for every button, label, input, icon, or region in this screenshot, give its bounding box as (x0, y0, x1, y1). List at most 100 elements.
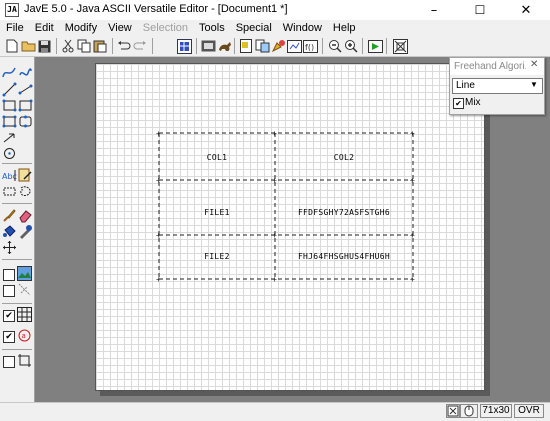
table-cell: FHJ64FHSGHUS4FHU6H (297, 252, 391, 261)
box-icon[interactable] (2, 114, 17, 129)
menu-help[interactable]: Help (327, 20, 361, 36)
transform-checkbox[interactable] (3, 285, 15, 297)
cursor-mode-icon (446, 404, 460, 418)
film-icon[interactable] (200, 38, 216, 54)
freehand-curve-icon[interactable] (2, 65, 17, 80)
undo-icon[interactable] (116, 38, 132, 54)
text-icon[interactable]: Abc (2, 168, 17, 183)
menu-modify[interactable]: Modify (59, 20, 102, 36)
transform-icon[interactable] (17, 282, 32, 297)
freehand-algorithm-panel: Freehand Algori... ✕ Line ▼ ✔ Mix (449, 57, 545, 115)
panel-title-bar[interactable]: Freehand Algori... ✕ (450, 58, 544, 75)
algorithm-select[interactable]: Line ▼ (452, 78, 543, 94)
svg-text:+: + (272, 129, 277, 138)
open-folder-icon[interactable] (20, 38, 36, 54)
rounded-box-icon[interactable] (18, 114, 33, 129)
rectangle-icon[interactable] (2, 98, 17, 113)
fill-icon[interactable] (2, 224, 17, 239)
note-icon[interactable] (18, 168, 33, 183)
drawing-canvas[interactable]: + + + + + + + + + + + + COL1 COL2 FILE1 FFDFSGHY… (95, 63, 485, 391)
zoom-out-icon[interactable] (327, 38, 343, 54)
table-cell: FFDFSGHY72ASFSTGH6 (297, 208, 391, 217)
move-icon[interactable] (2, 240, 17, 255)
menu-edit[interactable]: Edit (29, 20, 59, 36)
mouse-icon (460, 404, 478, 418)
menu-tools[interactable]: Tools (193, 20, 230, 36)
menu-selection[interactable]: Selection (137, 20, 193, 36)
selection-rectangle-icon[interactable] (18, 98, 33, 113)
show-grid-checkbox[interactable]: ✔ (3, 310, 15, 322)
table-cell: COL1 (206, 153, 228, 162)
panel-close-icon[interactable]: ✕ (530, 59, 538, 70)
copy-icon[interactable] (76, 38, 92, 54)
canvas-size: 71x30 (480, 404, 512, 418)
svg-text:+: + (410, 231, 415, 240)
crop-checkbox[interactable] (3, 356, 15, 368)
title-bar: JA JavE 5.0 - Java ASCII Versatile Edito… (0, 0, 550, 20)
tool-palette: Abc ✔ ✔ a (0, 57, 35, 402)
svg-text:+: + (410, 129, 415, 138)
arrow-icon[interactable] (2, 130, 17, 145)
maximize-button[interactable]: ☐ (457, 0, 503, 20)
table-cell: FILE2 (204, 252, 230, 261)
table-cell: FILE1 (204, 208, 230, 217)
ascii-table: + + + + + + + + + + + + (156, 129, 415, 284)
show-image-checkbox[interactable] (3, 269, 15, 281)
grid-tool-icon[interactable] (176, 38, 192, 54)
close-button[interactable]: ✕ (503, 0, 549, 20)
svg-text:+: + (410, 176, 415, 185)
lasso-icon[interactable] (18, 184, 33, 199)
eraser-icon[interactable] (18, 208, 33, 223)
clipboard-icon[interactable] (254, 38, 270, 54)
stamp-checkbox[interactable]: ✔ (3, 331, 15, 343)
chevron-down-icon[interactable]: ▼ (530, 80, 538, 89)
crop-icon[interactable] (17, 353, 32, 368)
table-cell: COL2 (333, 153, 355, 162)
svg-text:+: + (272, 231, 277, 240)
menu-window[interactable]: Window (277, 20, 327, 36)
zoom-in-icon[interactable] (343, 38, 359, 54)
paste-icon[interactable] (92, 38, 108, 54)
status-bar: 71x30 OVR (0, 402, 550, 418)
select-box-icon[interactable] (2, 184, 17, 199)
window-title: JavE 5.0 - Java ASCII Versatile Editor -… (24, 3, 288, 15)
function-icon[interactable]: f() (302, 38, 318, 54)
svg-text:+: + (156, 275, 161, 284)
free-line-icon[interactable] (18, 65, 33, 80)
animal-icon[interactable] (216, 38, 232, 54)
minimize-button[interactable]: – (411, 0, 457, 20)
toolbar: f() (0, 36, 550, 57)
algorithm-select-value: Line (456, 80, 475, 91)
circle-icon[interactable] (2, 146, 17, 161)
panel-title: Freehand Algori... (454, 61, 526, 72)
play-icon[interactable] (367, 38, 383, 54)
brush-icon[interactable] (2, 208, 17, 223)
svg-text:f(): f() (305, 43, 314, 52)
app-icon: JA (5, 3, 19, 17)
stamp-icon[interactable]: a (17, 328, 32, 343)
overwrite-mode: OVR (514, 404, 544, 418)
redo-icon[interactable] (132, 38, 148, 54)
new-document-icon[interactable] (4, 38, 20, 54)
grid-icon[interactable] (17, 307, 32, 322)
svg-text:+: + (156, 176, 161, 185)
save-icon[interactable] (36, 38, 52, 54)
svg-text:+: + (272, 176, 277, 185)
diagonal-line-icon[interactable] (18, 82, 33, 97)
menu-file[interactable]: File (0, 20, 29, 36)
svg-text:a: a (22, 332, 26, 340)
mix-checkbox[interactable]: ✔ (453, 98, 464, 109)
cut-icon[interactable] (60, 38, 76, 54)
thumbnail-icon[interactable] (286, 38, 302, 54)
mix-label: Mix (465, 97, 481, 108)
svg-text:+: + (272, 275, 277, 284)
paint-icon[interactable] (270, 38, 286, 54)
color-icon[interactable] (18, 224, 33, 239)
bitmap-icon[interactable] (392, 38, 408, 54)
line-icon[interactable] (2, 82, 17, 97)
svg-text:+: + (410, 275, 415, 284)
menu-view[interactable]: View (102, 20, 137, 36)
text-format-icon[interactable] (238, 38, 254, 54)
menu-special[interactable]: Special (230, 20, 277, 36)
image-icon[interactable] (17, 266, 32, 281)
